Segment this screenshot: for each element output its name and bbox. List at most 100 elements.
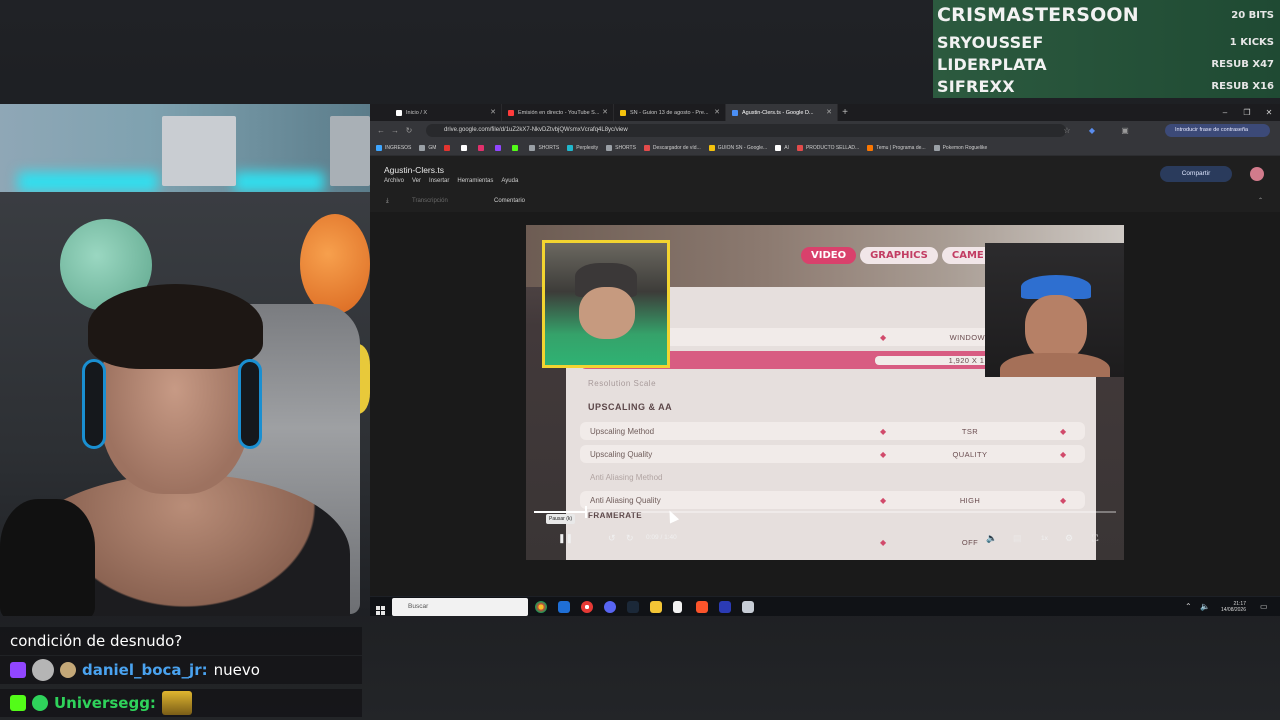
video-progress-bar[interactable] xyxy=(534,506,1116,518)
rewind-icon[interactable]: ↺ xyxy=(608,533,616,544)
bookmark-icon xyxy=(867,144,874,151)
share-button[interactable]: Compartir xyxy=(1160,166,1232,182)
shield-icon[interactable] xyxy=(742,601,754,613)
bookmark[interactable]: Perplexity xyxy=(567,144,598,151)
comment-button[interactable]: Comentario xyxy=(486,194,533,208)
menu-item[interactable]: Herramientas xyxy=(457,178,493,184)
bookmark[interactable]: Descargador de víd... xyxy=(643,144,701,151)
close-icon[interactable]: ✕ xyxy=(490,108,496,116)
browser-tab[interactable]: Inicio / X ✕ xyxy=(390,104,502,121)
menu-bar: Archivo Ver Insertar Herramientas Ayuda xyxy=(384,178,526,184)
bookmark[interactable]: GM xyxy=(419,144,436,151)
drive-header: Agustin-Clers.ts Archivo Ver Insertar He… xyxy=(370,156,1280,190)
bookmark-label: AI xyxy=(784,144,789,151)
chrome-icon[interactable] xyxy=(535,601,547,613)
browser-tab-active[interactable]: Agustin-Clers.ts - Google D... ✕ xyxy=(726,104,838,121)
password-prompt-button[interactable]: Introducir frase de contraseña xyxy=(1165,124,1270,137)
game-setting-label: Upscaling Method xyxy=(590,426,655,436)
app-icon[interactable] xyxy=(719,601,731,613)
video-player[interactable]: VIDEO GRAPHICS CAME ◆ WINDOWE ◆ 1,920 X … xyxy=(526,225,1124,560)
captions-icon[interactable]: ▤ xyxy=(1013,533,1022,544)
menu-item[interactable]: Archivo xyxy=(384,178,404,184)
youtube-icon xyxy=(508,109,514,116)
forward-icon[interactable]: ↻ xyxy=(626,533,634,544)
bookmark[interactable]: GUION SN - Google... xyxy=(708,144,767,151)
bookmark[interactable]: AI xyxy=(775,144,789,151)
bookmark[interactable]: Pokemon Roguelike xyxy=(933,144,988,151)
clock[interactable]: 21:17 14/08/2026 xyxy=(1221,601,1246,613)
folder-icon[interactable] xyxy=(650,601,662,613)
extension-icon[interactable]: ◆ xyxy=(1085,126,1099,135)
browser-tab[interactable]: Emisión en directo - YouTube S... ✕ xyxy=(502,104,614,121)
speed-button[interactable]: 1x xyxy=(1041,535,1048,542)
bookmark[interactable]: Temu | Programa de... xyxy=(867,144,926,151)
bookmark xyxy=(461,144,470,151)
kick-icon xyxy=(10,695,26,711)
facecam-inset xyxy=(542,240,670,368)
minimize-icon[interactable]: – xyxy=(1214,104,1236,121)
bookmark-label: PRODUCTO SELLAD... xyxy=(805,144,860,151)
chat-username[interactable]: daniel_boca_jr: xyxy=(82,661,208,679)
pause-icon[interactable]: ❚❚ xyxy=(558,533,573,544)
notification-icon[interactable]: ▭ xyxy=(1260,602,1268,611)
game-setting-label: Resolution Scale xyxy=(588,379,657,388)
transcription-button[interactable]: Transcripción xyxy=(404,194,456,208)
new-tab-button[interactable]: + xyxy=(838,107,852,118)
back-icon[interactable]: ← xyxy=(374,126,388,135)
game-setting-value: TSR xyxy=(961,426,979,436)
close-icon[interactable]: ✕ xyxy=(602,108,608,116)
avatar[interactable] xyxy=(1250,167,1264,181)
settings-icon[interactable]: ⚙ xyxy=(1065,533,1073,544)
plaque xyxy=(330,116,370,186)
kick-icon xyxy=(512,144,519,151)
bookmark-label: Pokemon Roguelike xyxy=(942,144,988,151)
video-progress-knob[interactable] xyxy=(585,506,588,518)
perplexity-icon xyxy=(567,144,574,151)
chrome-profile-icon[interactable] xyxy=(581,601,593,613)
close-icon[interactable]: ✕ xyxy=(826,108,832,116)
bookmark[interactable]: SHORTS xyxy=(529,144,559,151)
drive-toolbar: ⤓ Transcripción Comentario ⌃ xyxy=(370,190,1280,212)
reload-icon[interactable]: ↻ xyxy=(402,126,416,135)
chat-message: condición de desnudo? xyxy=(0,627,362,655)
close-window-icon[interactable]: ✕ xyxy=(1258,104,1280,121)
volume-icon[interactable]: 🔈 xyxy=(1200,602,1210,611)
microphone xyxy=(0,499,95,616)
chat-username[interactable]: Universegg: xyxy=(54,694,156,712)
bookmark[interactable]: SHORTS xyxy=(606,144,636,151)
chevron-up-icon[interactable]: ⌃ xyxy=(1185,602,1192,611)
url-field[interactable]: drive.google.com/file/d/1uZ2kX7-NkvDZtvb… xyxy=(426,124,1066,137)
steam-icon[interactable] xyxy=(627,601,639,613)
collapse-icon[interactable]: ⌃ xyxy=(1250,194,1271,208)
volume-icon[interactable]: 🔈 xyxy=(986,533,997,544)
bookmark xyxy=(478,144,487,151)
fullscreen-icon[interactable]: ⛶ xyxy=(1092,533,1098,544)
notepad-icon[interactable] xyxy=(673,601,682,613)
menu-item[interactable]: Ver xyxy=(412,178,421,184)
download-icon[interactable]: ⤓ xyxy=(378,194,397,208)
game-setting-label: Anti Aliasing Method xyxy=(590,472,663,482)
brave-icon[interactable] xyxy=(696,601,708,613)
event-user: SIFREXX xyxy=(937,77,1015,96)
extensions-icon[interactable]: ▣ xyxy=(1118,126,1132,135)
bookmark[interactable]: PRODUCTO SELLAD... xyxy=(796,144,860,151)
tab-label: Inicio / X xyxy=(406,109,428,116)
menu-item[interactable]: Ayuda xyxy=(501,178,518,184)
discord-icon[interactable] xyxy=(604,601,616,613)
taskbar-search[interactable]: Buscar xyxy=(392,598,528,616)
forward-icon[interactable]: → xyxy=(388,126,402,135)
game-setting-label: Upscaling Quality xyxy=(590,449,653,459)
twitch-icon xyxy=(495,144,502,151)
browser-tabbar: Inicio / X ✕ Emisión en directo - YouTub… xyxy=(370,104,1280,121)
close-icon[interactable]: ✕ xyxy=(714,108,720,116)
bookmark[interactable]: INGRESOS xyxy=(376,144,411,151)
star-icon[interactable]: ☆ xyxy=(1060,126,1074,135)
bookmark-icon xyxy=(529,144,536,151)
bookmark-icon xyxy=(933,144,940,151)
browser-tab[interactable]: SN - Guion 13 de agosto - Pre... ✕ xyxy=(614,104,726,121)
address-bar-row: ← → ↻ drive.google.com/file/d/1uZ2kX7-Nk… xyxy=(370,121,1280,140)
windows-start-icon[interactable] xyxy=(376,602,385,615)
menu-item[interactable]: Insertar xyxy=(429,178,449,184)
maximize-icon[interactable]: ❐ xyxy=(1236,104,1258,121)
app-icon[interactable] xyxy=(558,601,570,613)
